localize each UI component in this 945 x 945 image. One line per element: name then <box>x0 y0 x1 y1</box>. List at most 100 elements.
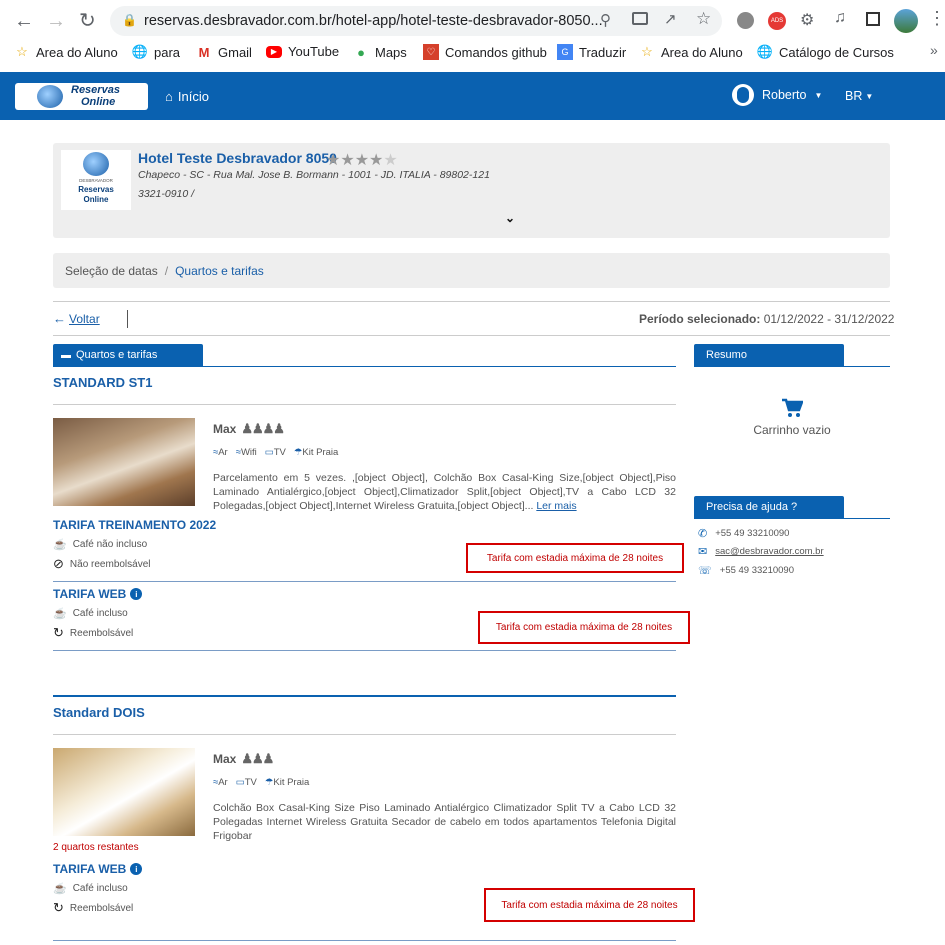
star-empty-icon: ★ <box>383 152 398 169</box>
breakfast-label: Café incluso <box>72 883 128 894</box>
tv-icon: ▭ <box>264 447 274 458</box>
divider <box>53 650 676 651</box>
hotel-address: Chapeco - SC - Rua Mal. Jose B. Bormann … <box>138 169 490 181</box>
profile-avatar[interactable] <box>894 9 918 33</box>
breakfast-label: Café incluso <box>72 608 128 619</box>
bookmark-item[interactable]: ▶ YouTube <box>266 44 339 59</box>
refund-label: Reembolsável <box>69 627 134 639</box>
room-description: Colchão Box Casal-King Size Piso Laminad… <box>213 802 676 842</box>
bookmark-item[interactable]: ☆ Area do Aluno <box>14 44 118 60</box>
selected-period: Período selecionado: 01/12/2022 - 31/12/… <box>639 312 894 326</box>
menu-icon[interactable]: ⋮ <box>928 8 945 29</box>
refund-icon: ↻ <box>53 900 64 915</box>
max-stay-warning: Tarifa com estadia máxima de 28 noites <box>484 888 695 922</box>
divider <box>53 301 890 302</box>
tab-rooms-label: Quartos e tarifas <box>76 349 158 361</box>
bookmarks-overflow-icon[interactable]: » <box>930 42 938 58</box>
rate-header: TARIFA WEB i <box>53 862 143 876</box>
bookmark-item[interactable]: G Traduzir <box>557 44 626 60</box>
help-email[interactable]: ✉ sac@desbravador.com.br <box>698 545 824 558</box>
coffee-cup-icon: ☕ <box>53 883 67 895</box>
expand-chevron-icon[interactable]: ⌄ <box>505 211 515 225</box>
read-more-link[interactable]: Ler mais <box>536 500 576 512</box>
room-photo[interactable] <box>53 418 195 506</box>
bookmark-label: Area do Aluno <box>661 44 743 60</box>
logo-text-line1: Reservas <box>71 84 120 96</box>
hotel-phone: 3321-0910 / <box>138 188 195 200</box>
bookmark-item[interactable]: ♡ Comandos github <box>423 44 547 60</box>
refund-label: Reembolsável <box>69 902 134 914</box>
back-arrow-icon[interactable]: ← <box>14 9 34 33</box>
period-value: 01/12/2022 - 31/12/2022 <box>763 312 895 326</box>
coffee-cup-icon: ☕ <box>53 539 67 551</box>
toolbar-divider <box>127 310 128 328</box>
warning-text: Tarifa com estadia máxima de 28 noites <box>486 552 664 564</box>
home-link[interactable]: ⌂ Início <box>165 89 209 104</box>
breadcrumb-step-dates[interactable]: Seleção de datas <box>65 264 158 278</box>
maps-pin-icon: ● <box>357 44 365 60</box>
tab-summary[interactable]: Resumo <box>694 344 844 366</box>
puzzle-icon[interactable]: ⚙ <box>800 10 814 30</box>
user-menu[interactable]: Roberto ▼ <box>732 84 822 106</box>
bookmark-item[interactable]: 🌐 Catálogo de Cursos <box>757 44 894 60</box>
room-title: Standard DOIS <box>53 705 145 720</box>
bookmark-label: Traduzir <box>579 44 627 60</box>
divider <box>53 335 890 336</box>
star-filled-icon: ★ <box>326 152 341 169</box>
caret-down-icon: ▼ <box>865 91 874 101</box>
tab-help[interactable]: Precisa de ajuda ? <box>694 496 844 518</box>
address-bar[interactable]: 🔒 reservas.desbravador.com.br/hotel-app/… <box>110 6 722 36</box>
bookmark-item[interactable]: ☆ Area do Aluno <box>639 44 743 60</box>
no-refund-icon: ⊘ <box>53 556 64 571</box>
tab-rooms-rates[interactable]: ▬ Quartos e tarifas <box>53 344 203 366</box>
hotel-star-rating: ★★★★★ <box>326 150 398 170</box>
rate-name: TARIFA TREINAMENTO 2022 <box>53 518 217 532</box>
star-icon[interactable]: ☆ <box>696 9 711 29</box>
reservas-online-logo[interactable]: Reservas Online <box>15 83 148 110</box>
back-label: Voltar <box>69 311 100 326</box>
breadcrumb-step-rooms: Quartos e tarifas <box>175 263 264 278</box>
room-title: STANDARD ST1 <box>53 375 153 390</box>
warning-text: Tarifa com estadia máxima de 28 noites <box>501 899 678 911</box>
whatsapp-icon: ☏ <box>698 565 712 577</box>
language-menu[interactable]: BR ▼ <box>845 89 873 103</box>
amenity-item: ☂Kit Praia <box>294 447 338 458</box>
forward-arrow-icon[interactable]: → <box>46 9 66 33</box>
heart-icon: ♡ <box>423 44 439 60</box>
amenity-label: Wifi <box>240 447 257 458</box>
media-icon[interactable]: ♫ <box>834 9 846 27</box>
hotel-logo: DESBRAVADOR Reservas Online <box>61 150 131 210</box>
breakfast-info: ☕ Café não incluso <box>53 538 147 551</box>
breadcrumb-separator: / <box>164 263 169 278</box>
sidepanel-icon[interactable] <box>866 12 880 26</box>
search-icon[interactable]: ⚲ <box>600 11 611 29</box>
bookmark-label: para <box>154 44 181 60</box>
amenity-item: ≈Ar <box>213 447 228 458</box>
reload-icon[interactable]: ↻ <box>79 9 96 33</box>
max-occupancy: Max ♟♟♟ <box>213 751 274 767</box>
bookmark-label: Gmail <box>218 44 252 60</box>
tab-icon[interactable] <box>632 12 648 25</box>
max-stay-warning: Tarifa com estadia máxima de 28 noites <box>478 611 690 644</box>
info-icon[interactable]: i <box>130 588 143 600</box>
back-link[interactable]: ← Voltar <box>53 311 100 326</box>
tab-underline <box>694 518 890 519</box>
user-avatar-icon <box>732 84 754 106</box>
star-filled-icon: ★ <box>354 152 370 169</box>
ads-icon[interactable]: ADS <box>768 12 786 30</box>
bookmark-item[interactable]: 🌐 para <box>132 44 180 60</box>
bookmark-item[interactable]: M Gmail <box>196 44 252 60</box>
browser-chrome: ← → ↻ 🔒 reservas.desbravador.com.br/hote… <box>0 0 945 72</box>
logo-text-line2: Online <box>83 195 109 204</box>
extension-gear-icon[interactable] <box>737 12 754 29</box>
bookmark-item[interactable]: ● Maps <box>353 44 407 60</box>
room-photo[interactable] <box>53 748 195 836</box>
amenity-item: ▭TV <box>236 777 257 788</box>
divider <box>53 581 676 582</box>
share-icon[interactable]: ↗ <box>664 10 677 28</box>
logo-text-line1: Reservas <box>78 185 114 194</box>
refund-info: ↻ Reembolsável <box>53 625 133 641</box>
home-label: Início <box>177 89 209 104</box>
info-icon[interactable]: i <box>130 863 143 875</box>
phone-text: +55 49 33210090 <box>715 528 790 539</box>
